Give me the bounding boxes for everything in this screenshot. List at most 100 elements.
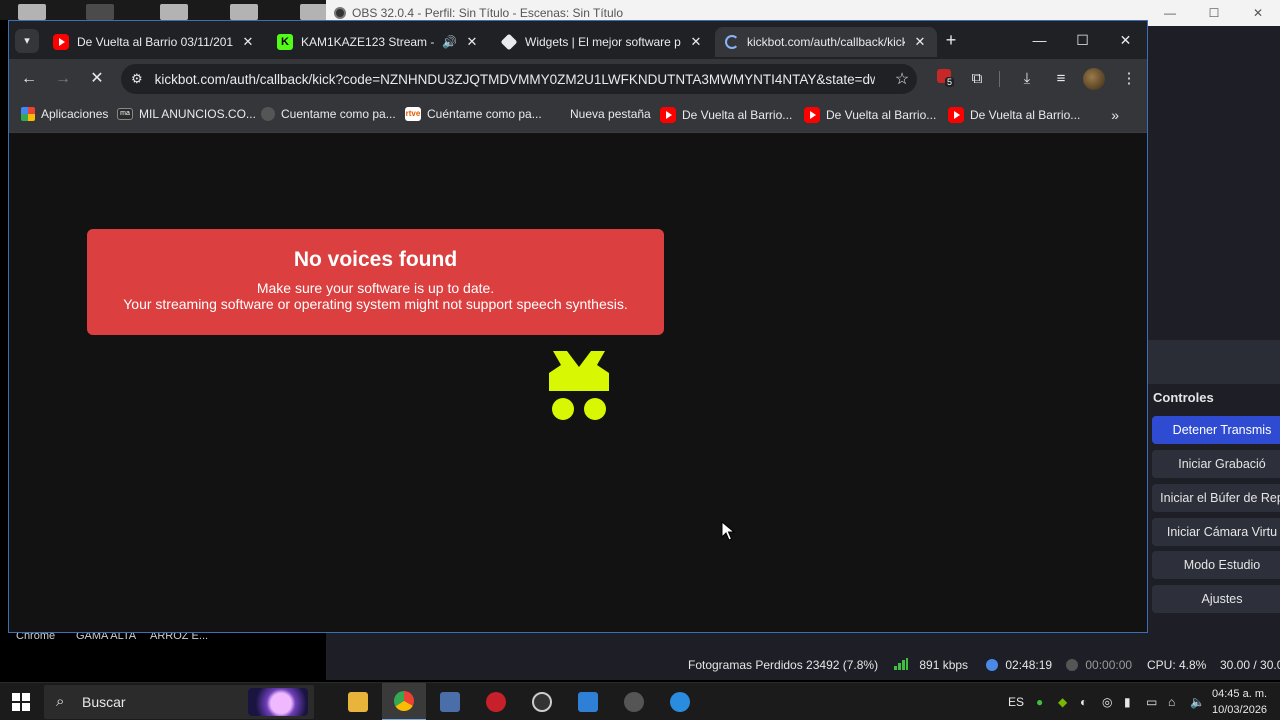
error-alert: No voices found Make sure your software … xyxy=(87,229,664,335)
download-icon[interactable]: ⤓ xyxy=(1015,67,1039,91)
desktop-icon[interactable] xyxy=(160,4,188,20)
youtube-icon xyxy=(660,107,676,123)
browser-toolbar: ← → ✕ ⚙ kickbot.com/auth/callback/kick?c… xyxy=(9,59,1147,99)
mouse-cursor-icon xyxy=(721,521,735,541)
stream-icon xyxy=(986,659,998,671)
obs-sources-strip: Chrome GAMA ALTA ARROZ E... xyxy=(0,630,326,680)
file-explorer-icon[interactable] xyxy=(336,683,380,720)
speaker-icon[interactable]: 🔊 xyxy=(442,35,457,49)
tab-label: Widgets | El mejor software par xyxy=(525,35,681,49)
bookmark-nueva-pestana[interactable]: Nueva pestaña xyxy=(570,107,651,121)
bookmarks-overflow-icon[interactable]: » xyxy=(1111,107,1119,123)
tray-icon[interactable]: ◎ xyxy=(1102,695,1112,709)
minimize-icon[interactable]: — xyxy=(1148,0,1192,26)
search-placeholder: Buscar xyxy=(82,694,126,710)
windows-start-icon[interactable] xyxy=(12,693,30,711)
nvidia-icon[interactable]: ◆ xyxy=(1058,695,1067,709)
bookmark-apps[interactable]: Aplicaciones xyxy=(21,107,108,121)
microphone-icon[interactable]: ▮ xyxy=(1124,695,1131,709)
desktop-icon[interactable] xyxy=(18,4,46,20)
new-tab-button[interactable]: + xyxy=(939,29,963,53)
desktop-icon[interactable] xyxy=(86,4,114,20)
media-controls-icon[interactable]: ≡ xyxy=(1049,67,1073,91)
desktop-icon[interactable] xyxy=(300,4,328,20)
bookmark-label: De Vuelta al Barrio... xyxy=(826,108,937,122)
site-info-icon[interactable]: ⚙ xyxy=(131,71,143,87)
battery-icon[interactable]: ▭ xyxy=(1146,695,1157,709)
bookmark-devuelta-1[interactable]: De Vuelta al Barrio... xyxy=(660,107,792,123)
close-icon[interactable]: ✕ xyxy=(241,34,255,50)
close-icon[interactable]: ✕ xyxy=(913,34,927,50)
bookmark-star-icon[interactable]: ☆ xyxy=(887,69,917,89)
stream-time: 02:48:19 xyxy=(1005,658,1053,672)
maximize-icon[interactable]: ☐ xyxy=(1192,0,1236,26)
close-icon[interactable]: ✕ xyxy=(1104,21,1147,59)
app-icon-red[interactable] xyxy=(474,683,518,720)
virtual-camera-button[interactable]: Iniciar Cámara Virtu xyxy=(1152,518,1280,546)
language-indicator[interactable]: ES xyxy=(1008,695,1024,709)
tray-icon[interactable]: ◐ xyxy=(1080,695,1087,709)
alert-message-2: Your streaming software or operating sys… xyxy=(123,296,628,312)
calculator-icon[interactable] xyxy=(428,683,472,720)
address-bar[interactable]: ⚙ kickbot.com/auth/callback/kick?code=NZ… xyxy=(121,64,917,94)
tab-youtube[interactable]: De Vuelta al Barrio 03/11/2017 ✕ xyxy=(43,27,265,57)
minimize-icon[interactable]: — xyxy=(1018,21,1061,59)
tab-kick-stream[interactable]: K KAM1KAZE123 Stream - Wa 🔊 ✕ xyxy=(267,27,489,57)
obs-app-icon[interactable] xyxy=(520,683,564,720)
obs-controls-title: Controles xyxy=(1153,390,1214,405)
app-icon-blue[interactable] xyxy=(658,683,702,720)
tab-label: De Vuelta al Barrio 03/11/2017 xyxy=(77,35,233,49)
taskbar-clock[interactable]: 04:45 a. m. 10/03/2026 xyxy=(1212,686,1267,718)
record-icon xyxy=(1066,659,1078,671)
close-icon[interactable]: ✕ xyxy=(689,34,703,50)
stop-loading-button[interactable]: ✕ xyxy=(85,67,109,91)
bookmark-cuentame-1[interactable]: Cuentame como pa... xyxy=(261,107,396,121)
start-recording-button[interactable]: Iniciar Grabació xyxy=(1152,450,1280,478)
back-button[interactable]: ← xyxy=(17,67,41,91)
youtube-icon xyxy=(948,107,964,123)
obs-window-title: OBS 32.0.4 - Perfil: Sin Título - Escena… xyxy=(352,6,624,20)
chrome-window: ▾ De Vuelta al Barrio 03/11/2017 ✕ K KAM… xyxy=(8,20,1148,633)
rec-timer: 00:00:00 xyxy=(1066,658,1132,672)
forward-button[interactable]: → xyxy=(51,67,75,91)
taskbar-search[interactable]: ⌕ Buscar xyxy=(44,685,314,719)
milanuncios-icon: ma xyxy=(117,108,133,120)
stop-streaming-button[interactable]: Detener Transmis xyxy=(1152,416,1280,444)
widget-icon xyxy=(500,33,518,51)
tab-search-button[interactable]: ▾ xyxy=(15,29,39,53)
extension-icon[interactable]: 5 xyxy=(937,67,957,87)
volume-icon[interactable]: 🔈 xyxy=(1190,695,1205,709)
settings-button[interactable]: Ajustes xyxy=(1152,585,1280,613)
obs-status-bar: Fotogramas Perdidos 23492 (7.8%) 891 kbp… xyxy=(326,650,1280,680)
extension-badge-count: 5 xyxy=(945,77,955,87)
maximize-icon[interactable]: ☐ xyxy=(1061,21,1104,59)
studio-mode-button[interactable]: Modo Estudio xyxy=(1152,551,1280,579)
close-icon[interactable]: ✕ xyxy=(465,34,479,50)
bookmark-label: De Vuelta al Barrio... xyxy=(970,108,1081,122)
bookmark-milanuncios[interactable]: ma MIL ANUNCIOS.CO... xyxy=(117,107,256,121)
tab-widgets[interactable]: Widgets | El mejor software par ✕ xyxy=(491,27,713,57)
menu-icon[interactable]: ⋮ xyxy=(1117,67,1141,91)
desktop-icon[interactable] xyxy=(230,4,258,20)
extensions-puzzle-icon[interactable]: ⧉ xyxy=(965,67,989,91)
store-icon[interactable] xyxy=(566,683,610,720)
tab-kickbot[interactable]: kickbot.com/auth/callback/kick ✕ xyxy=(715,27,937,57)
clock-time: 04:45 a. m. xyxy=(1212,688,1268,700)
search-highlight-image xyxy=(248,688,308,716)
tab-label: kickbot.com/auth/callback/kick xyxy=(747,35,905,49)
cpu-usage: CPU: 4.8% xyxy=(1147,658,1207,672)
network-icon[interactable]: ⌂ xyxy=(1168,695,1175,709)
chrome-icon[interactable] xyxy=(382,683,426,720)
tray-icon[interactable]: ● xyxy=(1036,695,1043,709)
replay-buffer-button[interactable]: Iniciar el Búfer de Rep xyxy=(1152,484,1280,512)
dropped-frames: Fotogramas Perdidos 23492 (7.8%) xyxy=(688,658,879,672)
bookmark-devuelta-2[interactable]: De Vuelta al Barrio... xyxy=(804,107,936,123)
signal-bars-icon xyxy=(894,658,908,670)
app-icon-triangle[interactable] xyxy=(612,683,656,720)
profile-avatar[interactable] xyxy=(1083,68,1105,90)
bookmark-cuentame-2[interactable]: rtve Cuéntame como pa... xyxy=(405,107,542,121)
fps-readout: 30.00 / 30.0 xyxy=(1220,658,1280,672)
url-text[interactable]: kickbot.com/auth/callback/kick?code=NZNH… xyxy=(155,72,875,87)
close-icon[interactable]: ✕ xyxy=(1236,0,1280,26)
bookmark-devuelta-3[interactable]: De Vuelta al Barrio... xyxy=(948,107,1080,123)
